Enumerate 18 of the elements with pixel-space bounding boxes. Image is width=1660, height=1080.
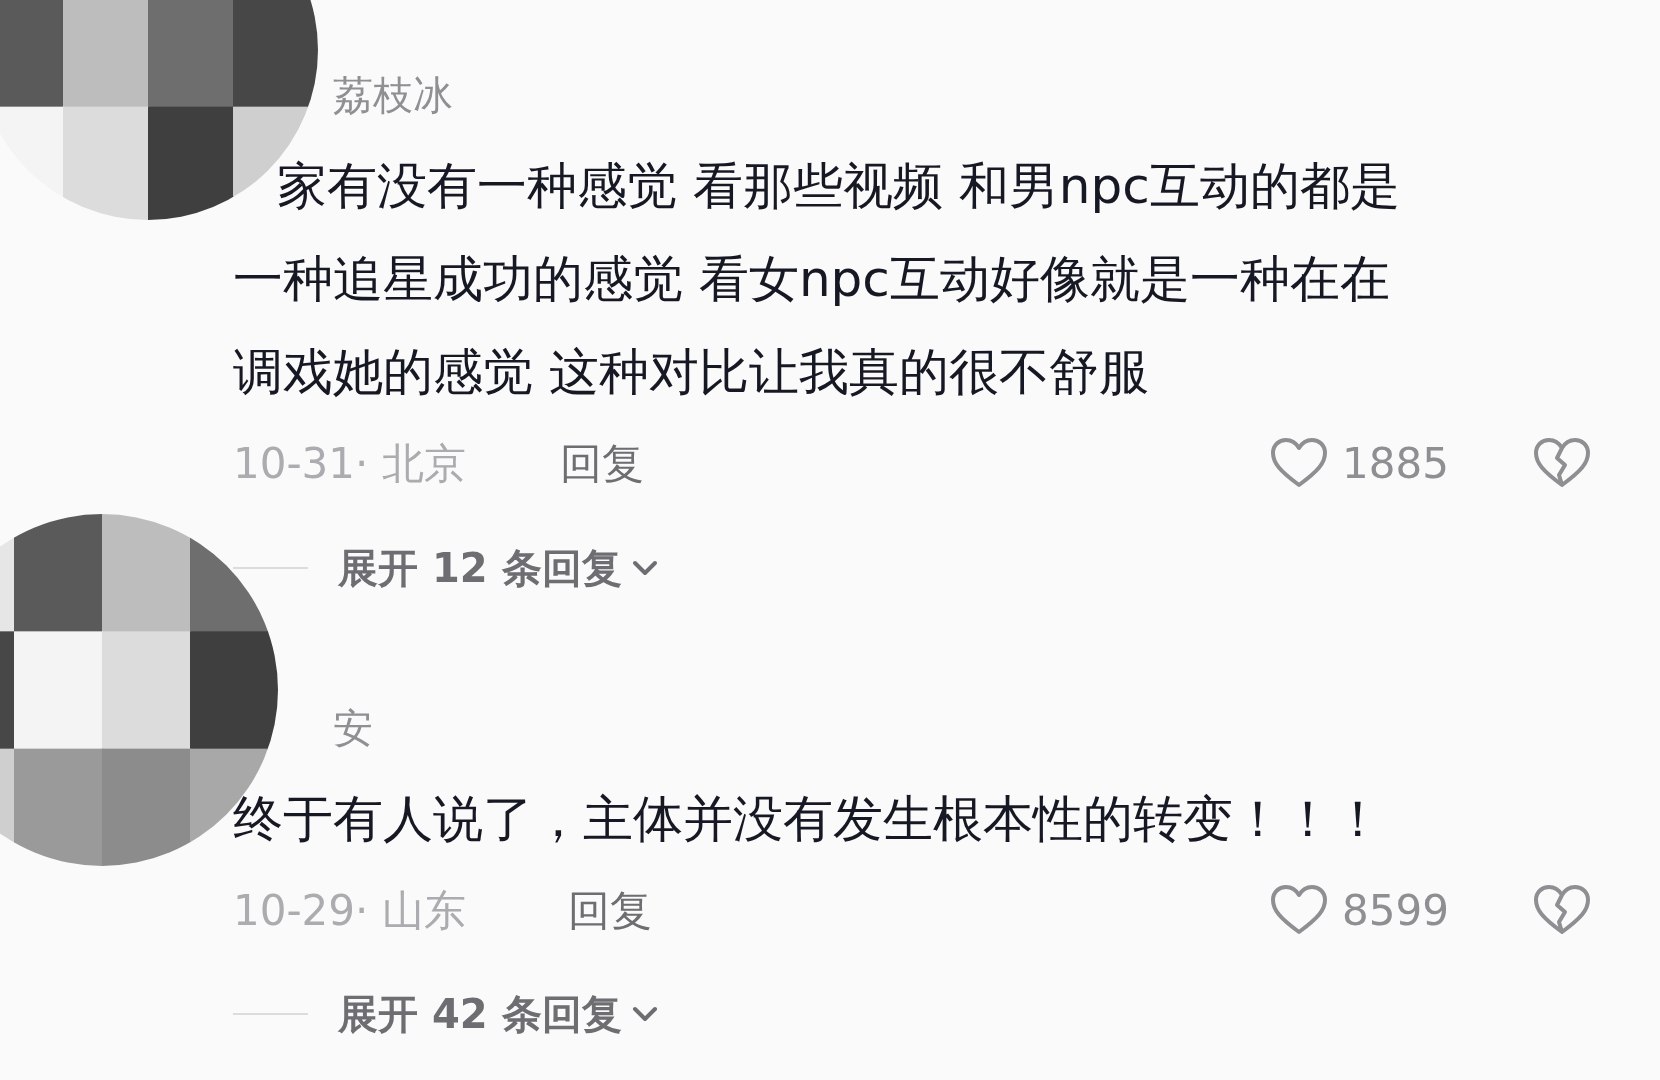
expand-replies-button[interactable]: 展开 12 条回复 — [338, 538, 658, 598]
heart-icon[interactable] — [1270, 437, 1328, 489]
chevron-down-icon — [631, 1005, 658, 1023]
username[interactable]: 安 — [333, 698, 373, 758]
comment-line: 调戏她的感觉 这种对比让我真的很不舒服 — [233, 342, 1149, 403]
username[interactable]: 荔枝冰 — [333, 65, 453, 125]
comment-date: 10-31· 北京 — [233, 437, 467, 490]
like-count: 8599 — [1342, 884, 1450, 937]
comment-line: 一种追星成功的感觉 看女npc互动好像就是一种在在 — [233, 249, 1390, 310]
comment-line: 终于有人说了，主体并没有发生根本性的转变！！！ — [233, 789, 1383, 850]
reply-button[interactable]: 回复 — [560, 431, 644, 495]
reply-button[interactable]: 回复 — [568, 878, 652, 942]
comment-date: 10-29· 山东 — [233, 884, 467, 937]
heart-icon[interactable] — [1270, 884, 1328, 936]
expand-replies-button[interactable]: 展开 42 条回复 — [338, 984, 658, 1044]
chevron-down-icon — [631, 559, 658, 577]
comment-line: 家有没有一种感觉 看那些视频 和男npc互动的都是 — [277, 156, 1400, 217]
like-count: 1885 — [1342, 437, 1450, 490]
